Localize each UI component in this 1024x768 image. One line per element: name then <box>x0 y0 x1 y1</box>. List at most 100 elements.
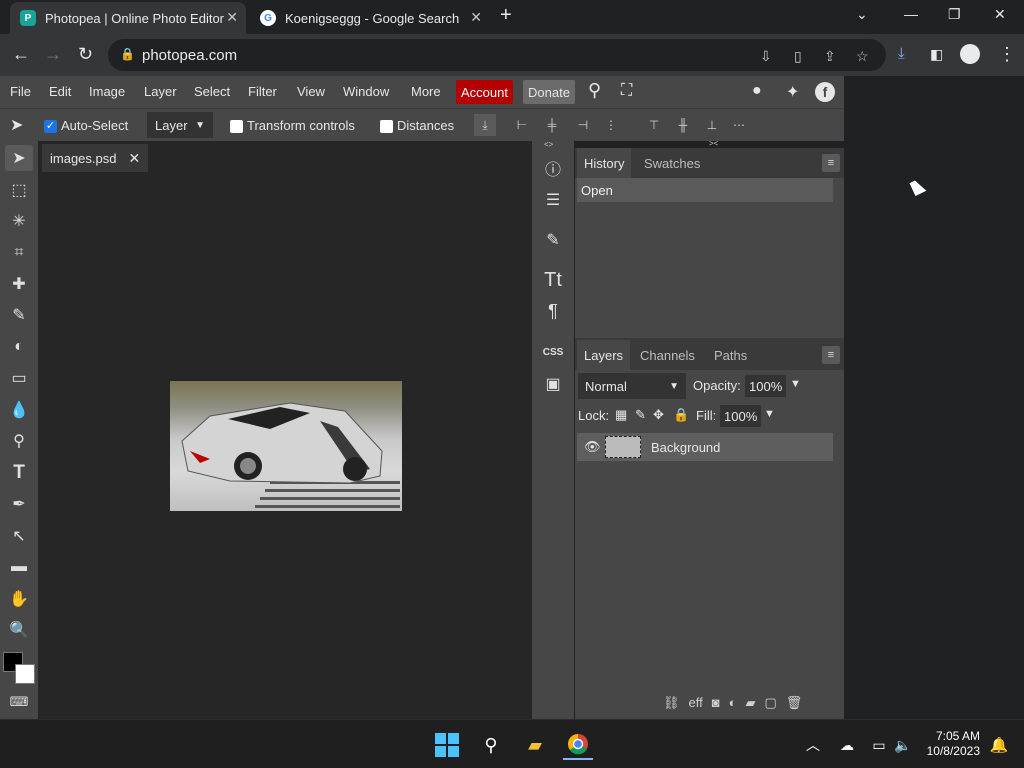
align-right-icon[interactable]: ⊣ <box>574 116 592 134</box>
collapse-arrows-icon[interactable]: >< <box>709 139 718 148</box>
restore-button[interactable]: ❐ <box>948 6 961 23</box>
document-tab[interactable]: images.psd ✕ <box>42 144 149 172</box>
move-tool-icon[interactable]: ➤ <box>5 145 33 171</box>
page-icon[interactable]: ▯ <box>794 48 802 65</box>
rectangle-tool-icon[interactable]: ▬ <box>5 554 33 580</box>
search-icon[interactable]: ⚲ <box>588 80 601 101</box>
new-tab-button[interactable]: + <box>500 4 512 27</box>
lock-position-icon[interactable]: ✥ <box>653 407 664 423</box>
zoom-tool-icon[interactable]: 🔍 <box>5 617 33 643</box>
align-middle-v-icon[interactable]: ╫ <box>674 116 692 134</box>
eraser-tool-icon[interactable]: ◐ <box>5 334 33 360</box>
background-color-swatch[interactable] <box>15 664 35 684</box>
blur-tool-icon[interactable]: 💧 <box>5 397 33 423</box>
auto-select-checkbox[interactable]: ✓ <box>44 120 57 133</box>
layer-row[interactable]: 👁 Background <box>577 433 833 461</box>
chrome-menu-icon[interactable]: ⋮ <box>998 44 1016 65</box>
tab-channels[interactable]: Channels <box>633 340 702 370</box>
reload-icon[interactable]: ↻ <box>78 44 93 65</box>
menu-window[interactable]: Window <box>343 84 389 99</box>
auto-select-target-dropdown[interactable]: Layer ▼ <box>147 112 213 138</box>
close-document-icon[interactable]: ✕ <box>128 150 140 167</box>
keyboard-icon[interactable]: ⌨ <box>5 689 33 715</box>
fullscreen-icon[interactable]: ⛶ <box>621 82 632 100</box>
reddit-icon[interactable]: ● <box>752 82 762 100</box>
brush-tool-icon[interactable]: ✎ <box>5 302 33 328</box>
system-clock[interactable]: 7:05 AM 10/8/2023 <box>927 729 980 759</box>
fill-dropdown-icon[interactable]: ▼ <box>764 408 775 420</box>
mask-icon[interactable]: ◙ <box>712 695 720 711</box>
url-text[interactable]: photopea.com <box>142 47 237 64</box>
tab-swatches[interactable]: Swatches <box>637 148 707 178</box>
trash-icon[interactable]: 🗑 <box>786 695 803 711</box>
info-icon[interactable]: ⓘ <box>536 153 570 183</box>
collapse-arrows-icon[interactable]: <> <box>544 140 553 149</box>
lock-image-icon[interactable]: ✎ <box>635 407 646 423</box>
tab-history[interactable]: History <box>577 148 632 178</box>
pen-tool-icon[interactable]: ✒ <box>5 491 33 517</box>
align-bottom-icon[interactable]: ⊥ <box>703 116 721 134</box>
panel-menu-icon[interactable]: ≡ <box>822 154 840 172</box>
document-canvas[interactable] <box>170 381 402 511</box>
menu-more[interactable]: More <box>411 84 441 99</box>
menu-image[interactable]: Image <box>89 84 125 99</box>
lock-transparency-icon[interactable]: ▦ <box>615 407 627 423</box>
donate-button[interactable]: Donate <box>523 80 575 104</box>
forward-icon[interactable]: → <box>44 44 62 65</box>
magic-wand-icon[interactable]: ✳ <box>5 208 33 234</box>
menu-layer[interactable]: Layer <box>144 84 177 99</box>
menu-edit[interactable]: Edit <box>49 84 71 99</box>
new-layer-icon[interactable]: ▢ <box>764 695 776 711</box>
menu-view[interactable]: View <box>297 84 325 99</box>
transform-controls-checkbox[interactable] <box>230 120 243 133</box>
align-center-h-icon[interactable]: ╪ <box>543 116 561 134</box>
close-tab-icon[interactable]: ✕ <box>226 9 238 26</box>
image-icon[interactable]: ▣ <box>536 369 570 399</box>
hand-tool-icon[interactable]: ✋ <box>5 586 33 612</box>
menu-select[interactable]: Select <box>194 84 230 99</box>
marquee-tool-icon[interactable]: ⬚ <box>5 177 33 203</box>
align-top-icon[interactable]: ⊤ <box>645 116 663 134</box>
panel-menu-icon[interactable]: ≡ <box>822 346 840 364</box>
volume-icon[interactable]: 🔈 <box>888 730 918 760</box>
account-button[interactable]: Account <box>456 80 513 104</box>
chevron-up-icon[interactable]: ︿ <box>798 730 828 760</box>
type-tool-icon[interactable]: T <box>5 460 33 486</box>
distribute-v-icon[interactable]: ⋯ <box>730 116 748 134</box>
effects-icon[interactable]: eff <box>689 695 703 711</box>
css-icon[interactable]: CSS <box>536 337 570 367</box>
start-icon[interactable] <box>432 730 462 760</box>
downloads-icon[interactable]: ⤓ <box>898 45 905 62</box>
fill-input[interactable]: 100% <box>720 405 762 427</box>
onedrive-icon[interactable]: ☁ <box>832 730 862 760</box>
healing-brush-icon[interactable]: ✚ <box>5 271 33 297</box>
blend-mode-dropdown[interactable]: Normal ▼ <box>578 373 686 399</box>
menu-file[interactable]: File <box>10 84 31 99</box>
tab-photopea[interactable]: P Photopea | Online Photo Editor ✕ <box>10 2 246 34</box>
crop-tool-icon[interactable]: ⌗ <box>5 240 33 266</box>
adjustments-icon[interactable]: ☰ <box>536 185 570 215</box>
chrome-icon[interactable] <box>563 730 593 760</box>
file-explorer-icon[interactable]: ▰ <box>520 730 550 760</box>
close-window-button[interactable]: ✕ <box>994 6 1006 23</box>
character-icon[interactable]: Tt <box>536 265 570 295</box>
lock-all-icon[interactable]: 🔒 <box>673 407 689 423</box>
tab-google-search[interactable]: G Koenigseggg - Google Search ✕ <box>250 2 490 34</box>
menu-filter[interactable]: Filter <box>248 84 277 99</box>
brush-settings-icon[interactable]: ✎ <box>536 225 570 255</box>
align-left-icon[interactable]: ⊢ <box>513 116 531 134</box>
side-panel-icon[interactable]: ◧ <box>930 46 943 63</box>
paragraph-icon[interactable]: ¶ <box>536 296 570 326</box>
adjustment-layer-icon[interactable]: ◐ <box>729 695 737 711</box>
history-entry[interactable]: Open <box>577 178 833 202</box>
bookmark-star-icon[interactable]: ☆ <box>856 48 869 65</box>
twitter-icon[interactable]: ✦ <box>786 82 799 102</box>
install-app-icon[interactable]: ⇩ <box>760 48 772 65</box>
minimize-button[interactable]: — <box>904 6 918 22</box>
tab-paths[interactable]: Paths <box>707 340 754 370</box>
search-icon[interactable]: ⚲ <box>476 730 506 760</box>
profile-avatar[interactable] <box>960 44 980 64</box>
close-tab-icon[interactable]: ✕ <box>470 9 482 26</box>
tab-layers[interactable]: Layers <box>577 340 631 370</box>
omnibox[interactable]: 🔒 photopea.com ⇩ ▯ ⇪ ☆ <box>108 39 886 71</box>
